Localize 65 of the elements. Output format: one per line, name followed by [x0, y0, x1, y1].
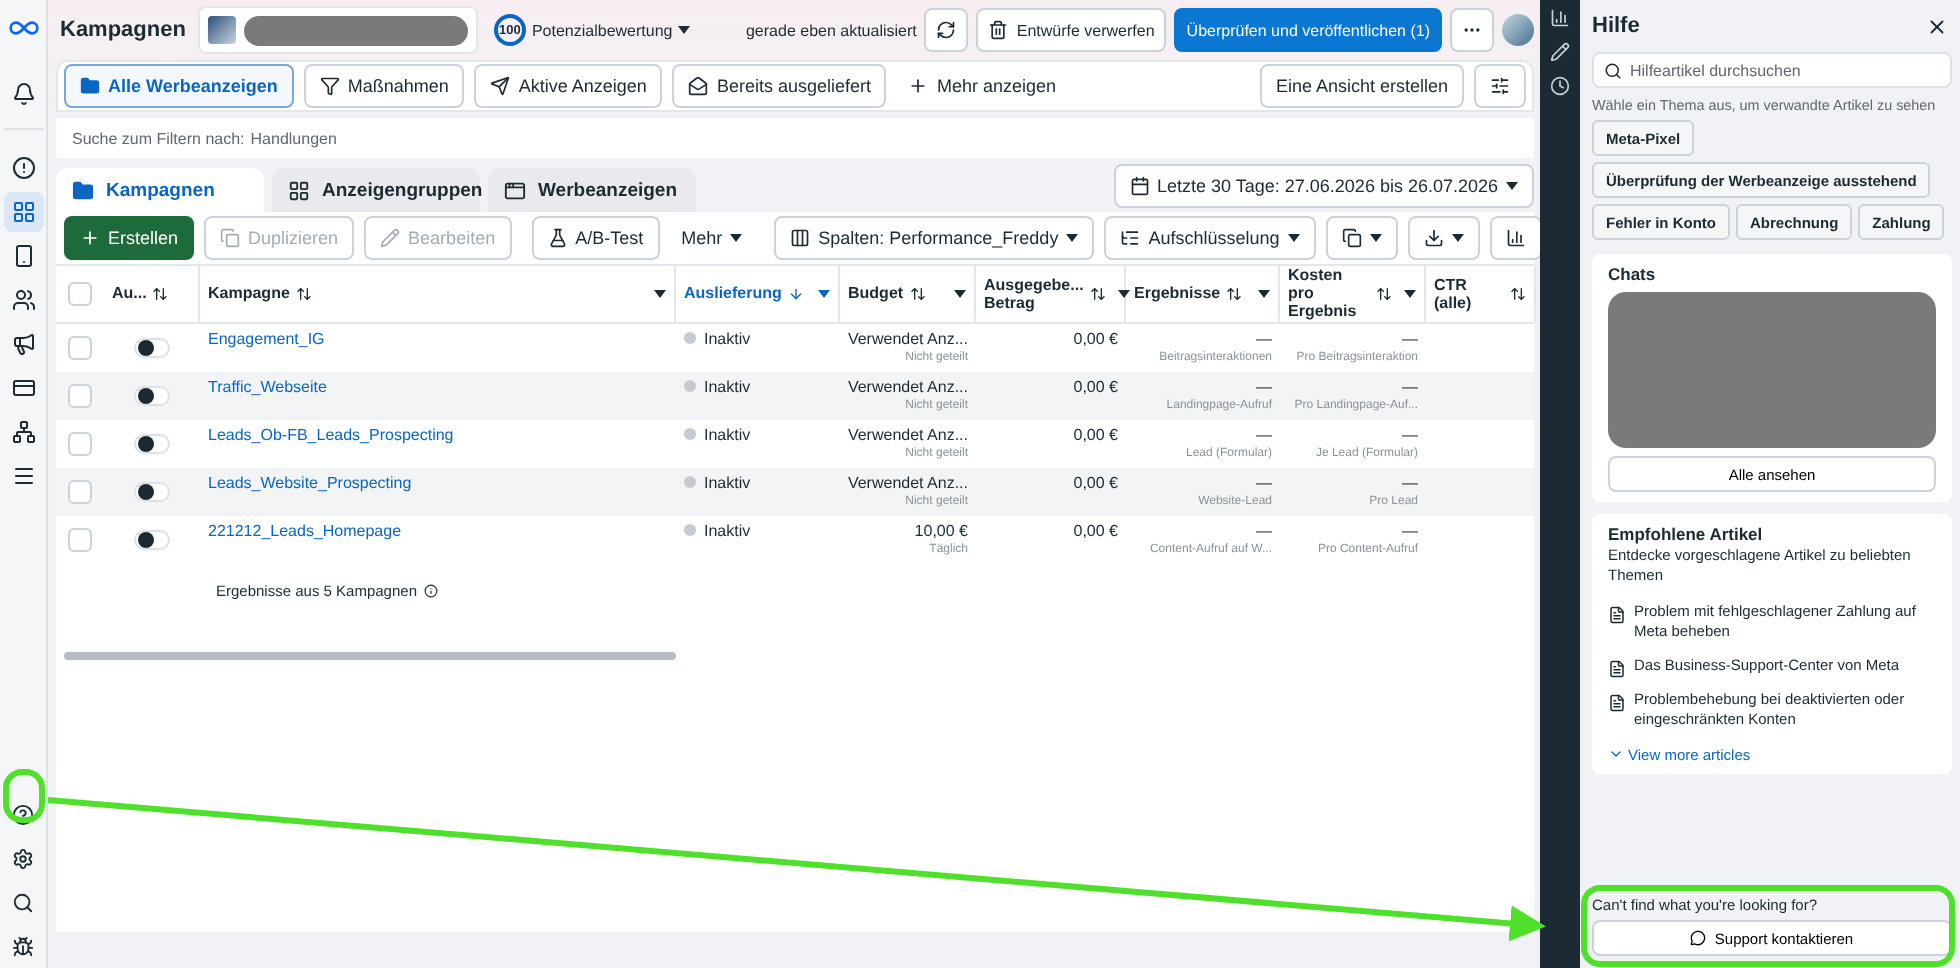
column-header[interactable]: Kosten pro Ergebnis: [1280, 266, 1426, 322]
campaign-link[interactable]: Leads_Ob-FB_Leads_Prospecting: [208, 425, 454, 444]
column-header[interactable]: Auslieferung: [676, 266, 840, 322]
delivery-status: Inaktiv: [684, 377, 751, 396]
breakdown-button[interactable]: Aufschlüsselung: [1104, 216, 1316, 260]
column-header[interactable]: Kampagne: [200, 266, 676, 322]
delivery-status: Inaktiv: [684, 329, 751, 348]
date-range-button[interactable]: Letzte 30 Tage: 27.06.2026 bis 26.07.2026: [1113, 164, 1534, 208]
results-value: —: [1256, 473, 1272, 492]
more-views-button[interactable]: Mehr anzeigen: [896, 64, 1069, 108]
help-search-box[interactable]: Hilfeartikel durchsuchen: [1592, 52, 1952, 88]
filter-label: Suche zum Filtern nach:: [72, 129, 245, 147]
budget-value: 10,00 €: [914, 521, 968, 540]
cost-value: —: [1402, 473, 1418, 492]
delivery-status: Inaktiv: [684, 473, 751, 492]
column-header[interactable]: Ergebnisse: [1126, 266, 1280, 322]
update-status: gerade eben aktualisiert: [745, 21, 917, 39]
columns-button[interactable]: Spalten: Performance_Freddy: [774, 216, 1095, 260]
view-tab[interactable]: Alle Werbeanzeigen: [64, 64, 294, 108]
more-menu-button[interactable]: Mehr: [669, 216, 755, 260]
campaign-link[interactable]: Traffic_Webseite: [208, 377, 327, 396]
spent-value: 0,00 €: [1073, 377, 1118, 396]
publish-button[interactable]: Überprüfen und veröffentlichen (1): [1174, 8, 1442, 52]
page-title: Kampagnen: [60, 18, 186, 42]
results-value: —: [1256, 425, 1272, 444]
filter-placeholder: Handlungen: [250, 129, 337, 147]
cost-value: —: [1402, 377, 1418, 396]
campaign-link[interactable]: 221212_Leads_Homepage: [208, 521, 402, 540]
cost-value: —: [1402, 329, 1418, 348]
level-tab[interactable]: Kampagnen: [56, 168, 264, 212]
articles-title: Empfohlene Artikel: [1608, 524, 1765, 544]
budget-value: Verwendet Anz...: [847, 329, 968, 348]
discard-button[interactable]: Entwürfe verwerfen: [976, 8, 1167, 52]
column-header[interactable]: CTR (alle): [1426, 266, 1536, 322]
filter-field[interactable]: Suche zum Filtern nach: Handlungen: [56, 118, 1534, 158]
view-tab[interactable]: Aktive Anzeigen: [474, 64, 663, 108]
ab-test-button[interactable]: A/B-Test: [531, 216, 660, 260]
view-tab[interactable]: Bereits ausgeliefert: [672, 64, 887, 108]
campaign-link[interactable]: Leads_Website_Prospecting: [208, 473, 412, 492]
budget-value: Verwendet Anz...: [847, 425, 968, 444]
spent-value: 0,00 €: [1073, 329, 1118, 348]
results-value: —: [1256, 329, 1272, 348]
help-title: Hilfe: [1592, 14, 1640, 38]
spent-value: 0,00 €: [1073, 521, 1118, 540]
results-value: —: [1256, 377, 1272, 396]
results-value: —: [1256, 521, 1272, 540]
budget-value: Verwendet Anz...: [847, 377, 968, 396]
chats-title: Chats: [1608, 264, 1658, 284]
help-search-field[interactable]: Hilfeartikel durchsuchen: [1630, 61, 1930, 79]
create-view-button[interactable]: Eine Ansicht erstellen: [1259, 64, 1464, 108]
column-header[interactable]: Ausgegebe... Betrag: [976, 266, 1126, 322]
level-tab[interactable]: Werbeanzeigen: [488, 168, 696, 212]
create-button[interactable]: Erstellen: [64, 216, 195, 260]
cost-value: —: [1402, 425, 1418, 444]
column-header[interactable]: Budget: [840, 266, 976, 322]
delivery-status: Inaktiv: [684, 425, 751, 444]
column-header[interactable]: Au...: [104, 266, 200, 322]
level-tab[interactable]: Anzeigengruppen: [272, 168, 480, 212]
delivery-status: Inaktiv: [684, 521, 751, 540]
campaign-link[interactable]: Engagement_IG: [208, 329, 325, 348]
spent-value: 0,00 €: [1073, 425, 1118, 444]
budget-value: Verwendet Anz...: [847, 473, 968, 492]
view-tab[interactable]: Maßnahmen: [303, 64, 465, 108]
spent-value: 0,00 €: [1073, 473, 1118, 492]
cost-value: —: [1402, 521, 1418, 540]
